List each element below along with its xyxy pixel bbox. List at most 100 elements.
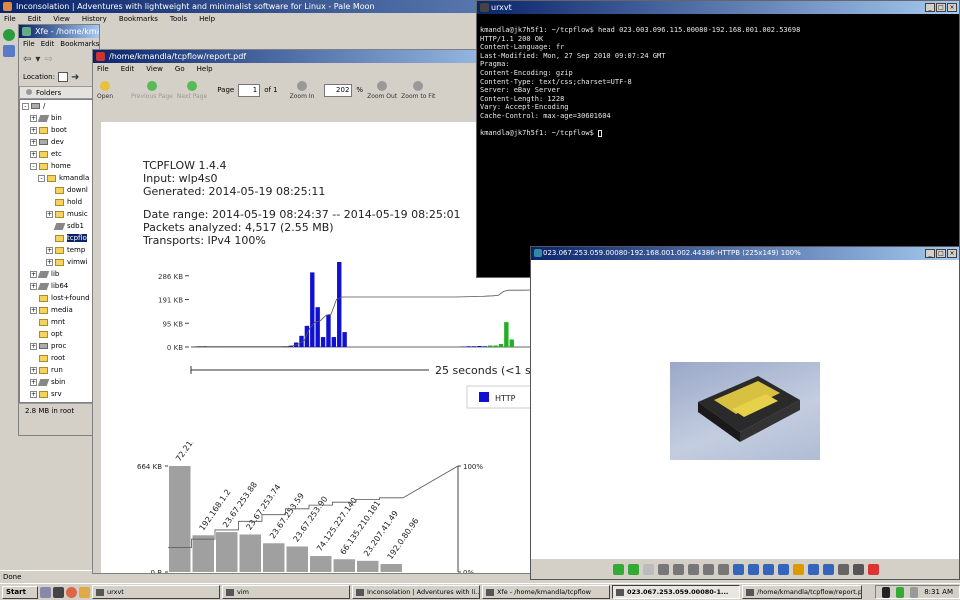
tree-item-temp[interactable]: + temp bbox=[20, 244, 98, 256]
tree-item-dev[interactable]: + dev bbox=[20, 136, 98, 148]
close-icon[interactable]: × bbox=[947, 249, 957, 258]
tree-item-sbin[interactable]: + sbin bbox=[20, 376, 98, 388]
collapse-icon[interactable]: - bbox=[22, 102, 29, 110]
tree-item-vimwi[interactable]: + vimwi bbox=[20, 256, 98, 268]
pdf-title-bar[interactable]: /home/kmandla/tcpflow/report.pdf bbox=[93, 50, 531, 63]
tree-item-opt[interactable]: opt bbox=[20, 328, 98, 340]
pdf-menu-item-edit[interactable]: Edit bbox=[121, 63, 135, 75]
expand-icon[interactable]: + bbox=[30, 390, 37, 398]
taskbar-button[interactable]: Inconsolation | Adventures with li... bbox=[352, 585, 480, 599]
expand-icon[interactable]: + bbox=[30, 306, 37, 314]
tree-item-run[interactable]: + run bbox=[20, 364, 98, 376]
tree-item-mnt[interactable]: mnt bbox=[20, 316, 98, 328]
expand-icon[interactable]: + bbox=[30, 126, 37, 134]
expand-icon[interactable]: + bbox=[30, 378, 37, 386]
tree-item-hold[interactable]: hold bbox=[20, 196, 98, 208]
tree-item-lost-found[interactable]: lost+found bbox=[20, 292, 98, 304]
taskbar-button[interactable]: urxvt bbox=[92, 585, 220, 599]
green-circle-icon[interactable] bbox=[3, 29, 15, 41]
pdf-menu-item-file[interactable]: File bbox=[97, 63, 109, 75]
folders-header[interactable]: Folders bbox=[19, 86, 99, 99]
zoom-input[interactable]: 202 bbox=[324, 83, 353, 97]
previous-page-button[interactable]: Previous Page bbox=[131, 80, 173, 100]
rotate-left-icon[interactable] bbox=[733, 563, 744, 575]
flip-h-icon[interactable] bbox=[763, 563, 774, 575]
close-icon[interactable]: × bbox=[947, 3, 957, 12]
next-page-button[interactable]: Next Page bbox=[177, 80, 207, 100]
browser-menu-item-bookmarks[interactable]: Bookmarks bbox=[119, 13, 158, 25]
maximize-icon[interactable]: □ bbox=[936, 3, 946, 12]
tree-item-etc[interactable]: + etc bbox=[20, 148, 98, 160]
image-viewer-title-bar[interactable]: 023.067.253.059.00080-192.168.001.002.44… bbox=[531, 247, 959, 260]
expand-icon[interactable]: + bbox=[46, 210, 53, 218]
forward-arrow-icon[interactable]: ⇨ bbox=[44, 54, 52, 65]
pdf-menu-item-go[interactable]: Go bbox=[175, 63, 185, 75]
zoom-fit-button[interactable]: Zoom to Fit bbox=[401, 80, 435, 100]
tree-item-home[interactable]: - home bbox=[20, 160, 98, 172]
quicklaunch-terminal-icon[interactable] bbox=[53, 586, 64, 598]
save-as-icon[interactable] bbox=[823, 563, 834, 575]
tree-item--[interactable]: - / bbox=[20, 100, 98, 112]
expand-icon[interactable]: + bbox=[30, 138, 37, 146]
taskbar-button[interactable]: Xfe - /home/kmandla/tcpflow bbox=[482, 585, 610, 599]
close-viewer-icon[interactable] bbox=[868, 563, 879, 575]
location-arrow-icon[interactable]: ➜ bbox=[71, 72, 79, 83]
quicklaunch-files-icon[interactable] bbox=[40, 586, 51, 598]
terminal-output[interactable]: kmandla@jk7h5f1: ~/tcpflow$ head 023.003… bbox=[477, 14, 959, 138]
taskbar-button[interactable]: 023.067.253.059.00080-1... bbox=[612, 585, 740, 599]
collapse-icon[interactable]: - bbox=[38, 174, 45, 182]
tray-battery-icon[interactable] bbox=[896, 586, 905, 598]
browser-menu-item-help[interactable]: Help bbox=[199, 13, 215, 25]
zoom-in-button[interactable]: Zoom In bbox=[290, 80, 314, 100]
minimize-icon[interactable]: _ bbox=[925, 3, 935, 12]
delete-icon[interactable] bbox=[838, 563, 849, 575]
expand-icon[interactable]: + bbox=[46, 246, 53, 254]
expand-icon[interactable]: + bbox=[30, 114, 37, 122]
back-arrow-icon[interactable]: ⇦ bbox=[23, 54, 31, 65]
pan-icon[interactable] bbox=[718, 563, 729, 575]
open-button[interactable]: Open bbox=[97, 80, 113, 100]
tree-item-downl[interactable]: downl bbox=[20, 184, 98, 196]
play-icon[interactable] bbox=[643, 563, 654, 575]
tree-item-tcpflo[interactable]: tcpflo bbox=[20, 232, 98, 244]
quicklaunch-folder-icon[interactable] bbox=[79, 586, 90, 598]
taskbar-button[interactable]: /home/kmandla/tcpflow/report.pdf bbox=[742, 585, 862, 599]
xfe-menu-item-file[interactable]: File bbox=[23, 38, 35, 50]
zoom-out-icon[interactable] bbox=[673, 563, 684, 575]
urxvt-title-bar[interactable]: urxvt _ □ × bbox=[477, 1, 959, 14]
expand-icon[interactable]: + bbox=[30, 403, 37, 404]
tree-item-root[interactable]: root bbox=[20, 352, 98, 364]
expand-icon[interactable]: + bbox=[46, 258, 53, 266]
browser-menu-item-file[interactable]: File bbox=[4, 13, 16, 25]
collapse-icon[interactable]: - bbox=[30, 162, 37, 170]
expand-icon[interactable]: + bbox=[30, 150, 37, 158]
xfe-title-bar[interactable]: Xfe - /home/kmandla/tcpflow bbox=[19, 25, 99, 38]
save-icon[interactable] bbox=[808, 563, 819, 575]
minimize-icon[interactable]: _ bbox=[925, 249, 935, 258]
tree-item-sys[interactable]: + sys bbox=[20, 400, 98, 404]
tray-monitor-icon[interactable] bbox=[882, 586, 891, 598]
xfe-menu-item-edit[interactable]: Edit bbox=[41, 38, 55, 50]
expand-icon[interactable]: + bbox=[30, 270, 37, 278]
tree-item-media[interactable]: + media bbox=[20, 304, 98, 316]
zoom-fit-icon[interactable] bbox=[688, 563, 699, 575]
pdf-menu-item-help[interactable]: Help bbox=[197, 63, 213, 75]
expand-icon[interactable]: + bbox=[30, 366, 37, 374]
tree-item-proc[interactable]: + proc bbox=[20, 340, 98, 352]
pdf-menu-item-view[interactable]: View bbox=[146, 63, 163, 75]
volume-icon[interactable] bbox=[910, 586, 919, 598]
prev-image-icon[interactable] bbox=[613, 563, 624, 575]
expand-icon[interactable]: + bbox=[30, 282, 37, 290]
zoom-100-icon[interactable] bbox=[703, 563, 714, 575]
expand-icon[interactable]: + bbox=[30, 342, 37, 350]
quicklaunch-browser-icon[interactable] bbox=[66, 586, 77, 598]
tree-item-boot[interactable]: + boot bbox=[20, 124, 98, 136]
properties-icon[interactable] bbox=[853, 563, 864, 575]
location-go-icon[interactable] bbox=[57, 72, 68, 82]
zoom-in-icon[interactable] bbox=[658, 563, 669, 575]
tree-item-bin[interactable]: + bin bbox=[20, 112, 98, 124]
start-button[interactable]: Start bbox=[2, 585, 38, 599]
tree-item-lib64[interactable]: + lib64 bbox=[20, 280, 98, 292]
rotate-right-icon[interactable] bbox=[748, 563, 759, 575]
wordpress-icon[interactable] bbox=[3, 45, 15, 57]
